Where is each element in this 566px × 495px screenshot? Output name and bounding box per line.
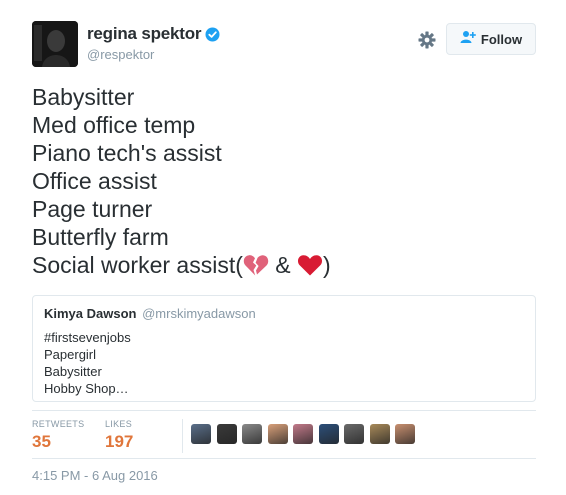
liker-avatar[interactable]: [293, 424, 313, 444]
quoted-tweet-line: #firstsevenjobs: [44, 330, 131, 345]
author-avatar[interactable]: [32, 21, 78, 67]
quoted-author-handle: @mrskimyadawson: [142, 306, 256, 321]
tweet-text: Babysitter Med office temp Piano tech's …: [32, 83, 331, 283]
likes-count: 197: [105, 432, 134, 451]
tweet-line: Med office temp: [32, 112, 196, 138]
author-names: regina spektor @respektor: [87, 24, 220, 62]
quoted-author-name: Kimya Dawson: [44, 306, 137, 321]
liker-avatar[interactable]: [242, 424, 262, 444]
red-heart-icon: [297, 253, 323, 283]
stats-separator: [182, 419, 183, 453]
tweet-timestamp[interactable]: 4:15 PM - 6 Aug 2016: [32, 468, 158, 483]
follow-button-label: Follow: [480, 31, 523, 47]
tweet-line-last-suffix: ): [323, 252, 331, 278]
broken-heart-icon: [243, 253, 269, 283]
quoted-tweet-line: Papergirl: [44, 347, 97, 362]
retweets-stat[interactable]: RETWEETS 35: [32, 419, 84, 452]
tweet-line-last-prefix: Social worker assist(: [32, 252, 243, 278]
likes-stat[interactable]: LIKES 197: [105, 419, 133, 452]
likes-label: LIKES: [105, 419, 133, 429]
tweet-line: Butterfly farm: [32, 224, 169, 250]
likers-avatars: [191, 424, 421, 444]
quoted-tweet-line: Babysitter: [44, 364, 102, 379]
follow-button[interactable]: Follow: [446, 23, 536, 55]
tweet-line-last: Social worker assist( & ): [32, 251, 331, 283]
divider: [32, 458, 536, 459]
divider: [32, 410, 536, 411]
liker-avatar[interactable]: [344, 424, 364, 444]
tweet-line: Page turner: [32, 196, 153, 222]
quoted-tweet-body: #firstsevenjobs Papergirl Babysitter Hob…: [44, 329, 524, 397]
liker-avatar[interactable]: [369, 424, 390, 444]
add-user-icon: [460, 30, 476, 49]
retweets-label: RETWEETS: [32, 419, 85, 429]
tweet-line-last-mid: &: [268, 252, 298, 278]
quoted-tweet-line: Hobby Shop…: [44, 381, 129, 396]
tweet-line: Babysitter: [32, 84, 135, 110]
tweet-line: Office assist: [32, 168, 157, 194]
author-display-name[interactable]: regina spektor: [87, 24, 202, 44]
liker-avatar[interactable]: [395, 424, 415, 444]
quoted-tweet[interactable]: Kimya Dawson @mrskimyadawson #firstseven…: [32, 295, 536, 402]
liker-avatar[interactable]: [216, 424, 237, 444]
quoted-tweet-header: Kimya Dawson @mrskimyadawson: [44, 306, 524, 321]
tweet-header: regina spektor @respektor Follow: [32, 21, 538, 67]
retweets-count: 35: [32, 432, 51, 451]
liker-avatar[interactable]: [191, 424, 211, 444]
author-handle[interactable]: @respektor: [87, 47, 220, 62]
liker-avatar[interactable]: [267, 424, 288, 444]
liker-avatar[interactable]: [318, 424, 339, 444]
verified-badge-icon: [205, 27, 220, 42]
tweet-line: Piano tech's assist: [32, 140, 222, 166]
gear-icon[interactable]: [418, 31, 436, 49]
